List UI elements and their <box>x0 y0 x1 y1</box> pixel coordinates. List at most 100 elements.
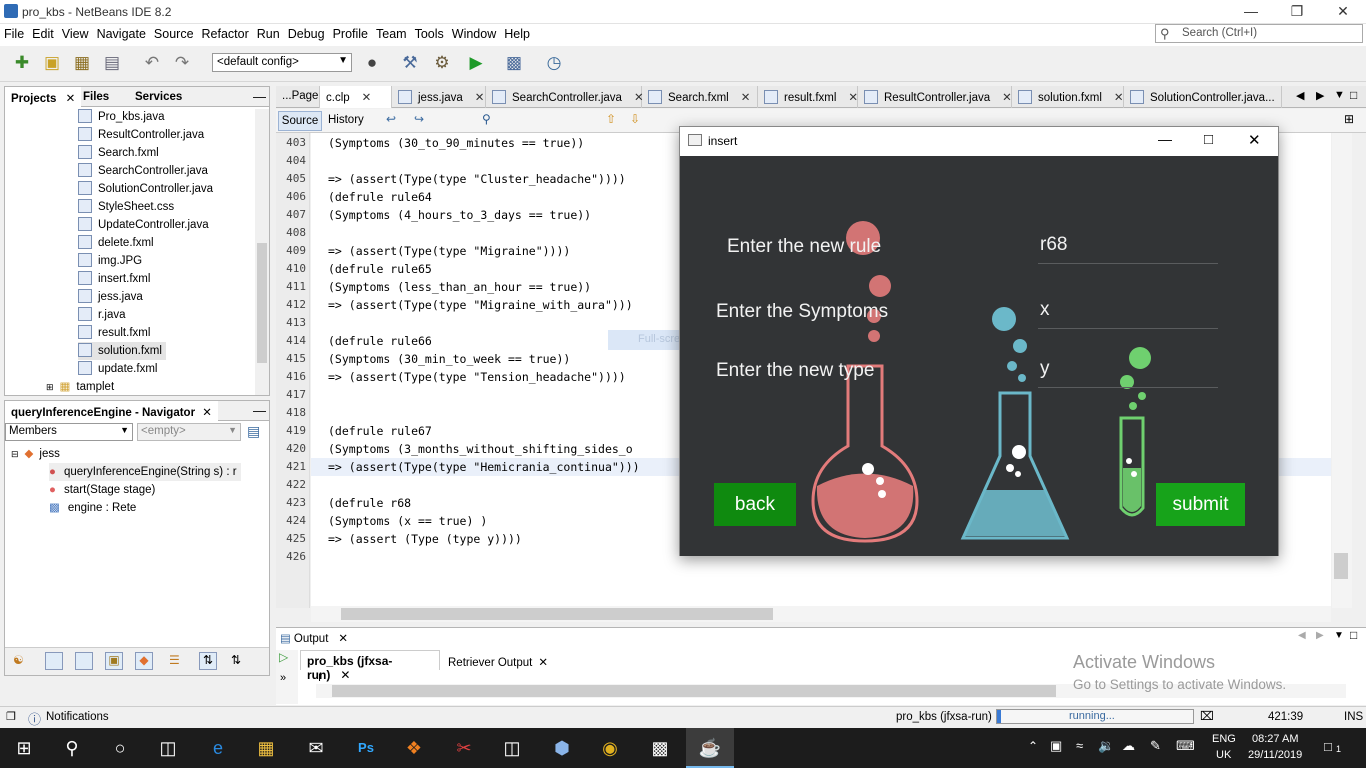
close-icon[interactable]: ✕ <box>538 657 548 669</box>
menu-file[interactable]: File <box>0 24 28 41</box>
tab-files[interactable]: Files <box>77 87 115 107</box>
restore-icon[interactable]: ❐ <box>1274 0 1320 24</box>
tab-searchcontroller[interactable]: SearchController.java ✕ <box>486 86 644 108</box>
lock-icon[interactable]: ▣ <box>105 652 123 670</box>
file-explorer-icon[interactable]: ▦ <box>242 728 290 768</box>
sort-icon[interactable]: ☰ <box>169 653 180 667</box>
network-icon[interactable]: ≈ <box>1076 738 1083 753</box>
new-file-icon[interactable]: ✚ <box>10 52 34 74</box>
edge-icon[interactable]: e <box>194 728 242 768</box>
clean-build-icon[interactable]: ⚙ <box>430 52 454 74</box>
tab-solutioncontroller[interactable]: SolutionController.java... <box>1124 86 1282 108</box>
nav-method-start[interactable]: ● start(Stage stage) <box>49 481 155 499</box>
close-icon[interactable]: ✕ <box>475 92 485 104</box>
find-icon[interactable]: ⚲ <box>482 112 491 126</box>
menu-navigate[interactable]: Navigate <box>93 24 150 41</box>
tab-page[interactable]: ...Page <box>276 86 320 108</box>
java-app-icon[interactable]: ☕ <box>686 728 734 768</box>
tray-meet-icon[interactable]: ▣ <box>1050 738 1062 754</box>
globe-icon[interactable]: ● <box>360 52 384 74</box>
project-file-item[interactable]: insert.fxml <box>78 270 150 288</box>
more-icon[interactable]: » <box>280 672 286 684</box>
tab-resultcontroller[interactable]: ResultController.java ✕ <box>858 86 1012 108</box>
navigator-settings-icon[interactable]: ▤ <box>247 423 260 440</box>
language-region[interactable]: UK <box>1216 749 1231 761</box>
search-input[interactable]: ⚲ Search (Ctrl+I) <box>1155 24 1363 43</box>
open-project-icon[interactable]: ▦ <box>70 52 94 74</box>
project-folder-item[interactable]: ⊞ ▦ tamplet <box>46 378 114 396</box>
menu-edit[interactable]: Edit <box>28 24 58 41</box>
tab-jess-java[interactable]: jess.java ✕ <box>392 86 486 108</box>
menu-view[interactable]: View <box>58 24 93 41</box>
project-file-item[interactable]: img.JPG <box>78 252 142 270</box>
prev-bookmark-icon[interactable]: ⇧ <box>606 112 616 126</box>
scrollbar-thumb[interactable] <box>1334 553 1348 579</box>
expand-icon[interactable]: ⊞ <box>46 382 54 392</box>
scrollbar-thumb[interactable] <box>341 608 773 620</box>
tab-search-fxml[interactable]: Search.fxml ✕ <box>642 86 758 108</box>
language-code[interactable]: ENG <box>1212 733 1236 745</box>
project-file-item[interactable]: Search.fxml <box>78 144 159 162</box>
members-select[interactable]: Members ▼ <box>5 423 133 441</box>
close-icon[interactable]: ✕ <box>1114 92 1124 104</box>
keyboard-icon[interactable]: ⌨ <box>1176 738 1195 754</box>
onedrive-icon[interactable]: ☁ <box>1122 738 1135 754</box>
search-icon[interactable]: ⚲ <box>48 728 96 768</box>
filter-static-icon[interactable] <box>75 652 93 670</box>
hierarchy-icon[interactable]: ☯ <box>13 653 24 667</box>
movies-icon[interactable]: ▩ <box>636 728 684 768</box>
forward-icon[interactable]: ↪ <box>414 112 424 126</box>
nav-field-engine[interactable]: ▩ engine : Rete <box>49 499 136 517</box>
close-icon[interactable]: ✕ <box>362 92 372 104</box>
source-tab[interactable]: Source <box>278 111 322 131</box>
back-button[interactable]: back <box>714 483 796 526</box>
restore-windows-icon[interactable]: ❐ <box>6 710 16 723</box>
volume-icon[interactable]: 🔉 <box>1098 738 1114 754</box>
tab-services[interactable]: Services <box>129 87 188 107</box>
minimize-icon[interactable]: — <box>1228 0 1274 24</box>
menu-refactor[interactable]: Refactor <box>198 24 253 41</box>
split-icon[interactable]: ⊞ <box>1344 112 1354 126</box>
scroll-right-icon[interactable]: ▶ <box>1316 630 1324 641</box>
tab-c-clp[interactable]: c.clp ✕ <box>320 86 392 108</box>
submit-button[interactable]: submit <box>1156 483 1245 526</box>
tab-list-icon[interactable]: ▼ <box>1334 89 1345 101</box>
scroll-left-icon[interactable]: ◀ <box>1298 630 1306 641</box>
store-icon[interactable]: ◫ <box>488 728 536 768</box>
horizontal-scrollbar[interactable] <box>311 606 1331 622</box>
photoshop-icon[interactable]: Ps <box>342 728 390 768</box>
config-select[interactable]: <default config> ▼ <box>212 53 352 72</box>
tab-output[interactable]: ▤ Output ✕ <box>276 628 354 648</box>
menu-profile[interactable]: Profile <box>329 24 372 41</box>
virtualbox-icon[interactable]: ⬢ <box>538 728 586 768</box>
notifications-label[interactable]: Notifications <box>46 711 109 723</box>
profile-icon[interactable]: ◷ <box>542 52 566 74</box>
cancel-task-icon[interactable]: ⌧ <box>1200 709 1214 723</box>
maximize-icon[interactable]: □ <box>1350 88 1357 102</box>
undo-icon[interactable]: ↶ <box>140 52 164 74</box>
inherited-icon[interactable]: ◆ <box>135 652 153 670</box>
project-file-item[interactable]: ResultController.java <box>78 126 204 144</box>
menu-debug[interactable]: Debug <box>284 24 329 41</box>
minimize-panel-icon[interactable]: — <box>253 403 266 418</box>
xampp-icon[interactable]: ❖ <box>390 728 438 768</box>
chrome-icon[interactable]: ◉ <box>586 728 634 768</box>
filter-fields-icon[interactable] <box>45 652 63 670</box>
cortana-icon[interactable]: ○ <box>96 728 144 768</box>
rerun-icon[interactable]: ▷ <box>279 650 288 664</box>
save-all-icon[interactable]: ▤ <box>100 52 124 74</box>
maximize-icon[interactable]: □ <box>1350 628 1357 642</box>
project-file-item[interactable]: SolutionController.java <box>78 180 213 198</box>
task-view-icon[interactable]: ◫ <box>144 728 192 768</box>
hammer-icon[interactable]: ⚒ <box>398 52 422 74</box>
mail-icon[interactable]: ✉ <box>292 728 340 768</box>
project-file-item[interactable]: delete.fxml <box>78 234 154 252</box>
maximize-icon[interactable]: □ <box>1204 131 1213 148</box>
menu-team[interactable]: Team <box>372 24 411 41</box>
nav-method-query[interactable]: ● queryInferenceEngine(String s) : r <box>49 463 241 481</box>
minimize-icon[interactable]: — <box>1158 131 1172 147</box>
close-icon[interactable]: ✕ <box>741 92 751 104</box>
tab-list-icon[interactable]: ▼ <box>1334 630 1344 641</box>
back-icon[interactable]: ↩ <box>386 112 396 126</box>
tab-solution-fxml[interactable]: solution.fxml ✕ <box>1012 86 1124 108</box>
